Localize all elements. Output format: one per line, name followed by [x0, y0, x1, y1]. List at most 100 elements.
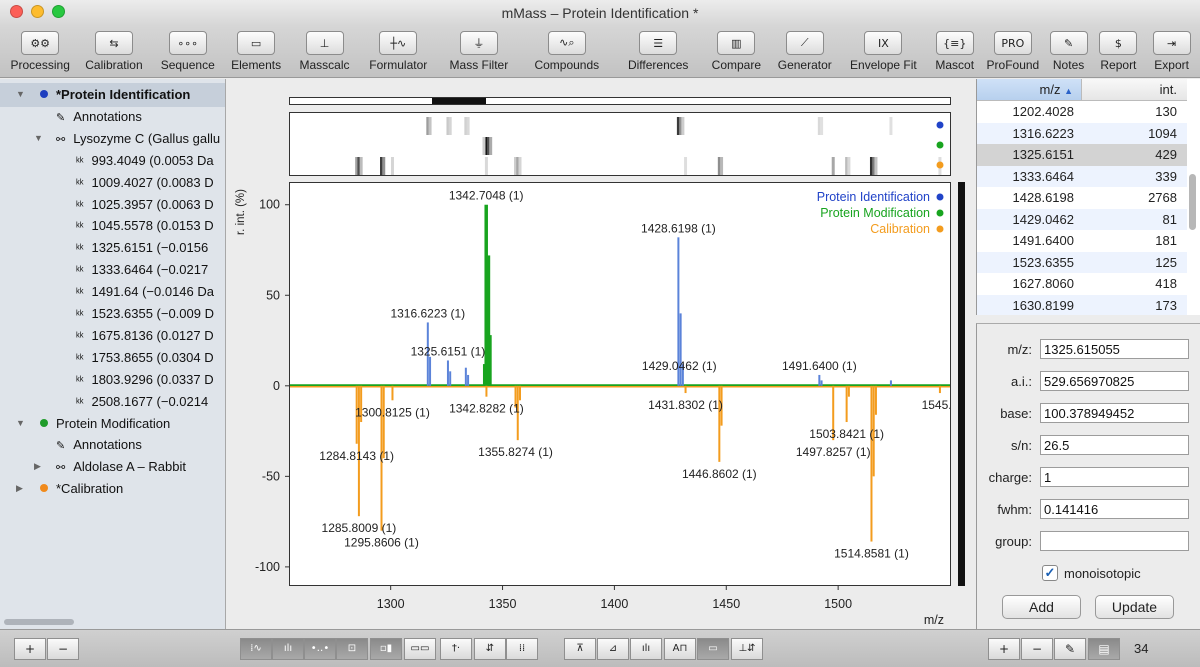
spectrum-tool-button[interactable]: ▭▭: [404, 638, 436, 660]
mz-field[interactable]: [1040, 339, 1189, 359]
expanded-triangle-icon[interactable]: ▼: [16, 89, 25, 99]
sequence-icon: ⚯: [56, 462, 66, 475]
spectrum-tool-button[interactable]: †·: [440, 638, 472, 660]
toolbar-processing-button[interactable]: ⚙⚙ Processing: [6, 26, 74, 77]
minimize-window-button[interactable]: [31, 5, 44, 18]
tree-item-1325-6151-0-0156[interactable]: ᵏᵏ 1325.6151 (−0.0156: [76, 237, 208, 259]
peak-list-row[interactable]: 1202.4028 130: [977, 101, 1187, 123]
toolbar-export-button[interactable]: ⇥ Export: [1143, 26, 1200, 77]
zoom-window-button[interactable]: [52, 5, 65, 18]
spectrum-peak-protein-identification: [429, 356, 432, 386]
toolbar-compare-button[interactable]: ▥ Compare: [703, 26, 770, 77]
spectrum-tool-button[interactable]: ⊡: [336, 638, 368, 660]
peak-list-row[interactable]: 1316.6223 1094: [977, 122, 1187, 144]
toolbar-sequence-button[interactable]: ∘∘∘ Sequence: [154, 26, 222, 77]
document-color-dot-icon: [40, 418, 48, 427]
peak-list-scrollbar[interactable]: [1189, 174, 1196, 230]
group-field[interactable]: [1040, 531, 1189, 551]
peak-list-row[interactable]: 1325.6151 429: [977, 144, 1187, 166]
sn-field[interactable]: [1040, 435, 1189, 455]
tree-item-1491-64-0-0146-da[interactable]: ᵏᵏ 1491.64 (−0.0146 Da: [76, 281, 214, 303]
spectrum-tool-button[interactable]: ılı: [630, 638, 662, 660]
ai-field[interactable]: [1040, 371, 1189, 391]
toolbar-calibration-button[interactable]: ⇆ Calibration: [74, 26, 153, 77]
collapsed-triangle-icon[interactable]: ▶: [16, 483, 23, 494]
peak-list-view-button[interactable]: ▤: [1088, 638, 1120, 660]
peak-label: 1342.7048 (1): [449, 189, 524, 203]
spectrum-tool-button[interactable]: ⊥⇵: [731, 638, 763, 660]
peak-list-row[interactable]: 1491.6400 181: [977, 230, 1187, 252]
peak-list-row[interactable]: 1429.0462 81: [977, 208, 1187, 230]
toolbar-elements-button[interactable]: ▭ Elements: [222, 26, 290, 77]
edit-peak-button[interactable]: ✎: [1054, 638, 1086, 660]
toolbar-differences-button[interactable]: ☰ Differences: [614, 26, 703, 77]
tree-item-1803-9296-0-0337-d[interactable]: ᵏᵏ 1803.9296 (0.0337 D: [76, 369, 214, 391]
tree-item-1045-5578-0-0153-d[interactable]: ᵏᵏ 1045.5578 (0.0153 D: [76, 215, 214, 237]
expanded-triangle-icon[interactable]: ▼: [16, 418, 25, 428]
tree-item-annotations[interactable]: ✎ Annotations: [56, 106, 142, 128]
update-peak-button[interactable]: Update: [1095, 595, 1174, 619]
peak-list-row[interactable]: 1523.6355 125: [977, 251, 1187, 273]
tree-item-2508-1677-0-0214[interactable]: ᵏᵏ 2508.1677 (−0.0214: [76, 391, 208, 413]
expanded-triangle-icon[interactable]: ▼: [34, 133, 43, 143]
peak-list-row[interactable]: 1630.8199 173: [977, 294, 1187, 315]
collapsed-triangle-icon[interactable]: ▶: [34, 461, 41, 472]
overview-range-indicator[interactable]: [432, 98, 486, 104]
tree-item-protein-modification[interactable]: Protein Modification: [40, 413, 170, 435]
spectrum-tool-button[interactable]: ⁞⁞: [506, 638, 538, 660]
strip-band-mark: [390, 157, 394, 175]
spectrum-tool-button[interactable]: A⊓: [664, 638, 696, 660]
add-peak-bottom-button[interactable]: +: [988, 638, 1020, 660]
toolbar-generator-button[interactable]: ⟋ Generator: [770, 26, 839, 77]
peak-list-row[interactable]: 1428.6198 2768: [977, 187, 1187, 209]
toolbar-compounds-button[interactable]: ∿⌕ Compounds: [520, 26, 614, 77]
tree-item-1025-3957-0-0063-d[interactable]: ᵏᵏ 1025.3957 (0.0063 D: [76, 194, 214, 216]
tree-item-protein-identification[interactable]: *Protein Identification: [40, 84, 190, 106]
charge-field[interactable]: [1040, 467, 1189, 487]
close-window-button[interactable]: [10, 5, 23, 18]
spectrum-tool-button[interactable]: ⁞∿: [240, 638, 272, 660]
toolbar-envelope-fit-button[interactable]: IX Envelope Fit: [839, 26, 927, 77]
spectrum-tool-button[interactable]: ▫▮: [370, 638, 402, 660]
monoisotopic-checkbox[interactable]: ✓: [1042, 565, 1058, 581]
sidebar-horizontal-scrollbar[interactable]: [4, 619, 74, 625]
column-header-mz[interactable]: m/z ▲: [977, 79, 1082, 100]
spectrum-tool-button[interactable]: ⇵: [474, 638, 506, 660]
checkmark-icon: ✓: [1044, 565, 1056, 580]
spectrum-tool-button[interactable]: ▭: [697, 638, 729, 660]
spectrum-plot[interactable]: 1342.7048 (1) 1428.6198 (1) 1316.6223 (1) 1…: [289, 182, 959, 586]
add-peak-button[interactable]: Add: [1002, 595, 1081, 619]
tree-item-lysozyme-c-gallus-gallu[interactable]: ⚯ Lysozyme C (Gallus gallu: [56, 128, 220, 150]
add-document-button[interactable]: +: [14, 638, 46, 660]
tree-item-1753-8655-0-0304-d[interactable]: ᵏᵏ 1753.8655 (0.0304 D: [76, 347, 214, 369]
spectrum-peak-calibration: [847, 385, 850, 397]
spectrum-tool-button[interactable]: ılı: [272, 638, 304, 660]
toolbar-masscalc-button[interactable]: ⊥ Masscalc: [290, 26, 358, 77]
tree-item-aldolase-a-rabbit[interactable]: ⚯ Aldolase A – Rabbit: [56, 456, 186, 478]
peak-list-row[interactable]: 1333.6464 339: [977, 165, 1187, 187]
toolbar-mascot-button[interactable]: {≡} Mascot: [927, 26, 982, 77]
remove-document-button[interactable]: −: [47, 638, 79, 660]
peak-list-row[interactable]: 1627.8060 418: [977, 273, 1187, 295]
tree-item-calibration[interactable]: *Calibration: [40, 478, 123, 500]
toolbar-notes-button[interactable]: ✎ Notes: [1044, 26, 1094, 77]
toolbar-formulator-button[interactable]: ┼∿ Formulator: [359, 26, 438, 77]
toolbar-report-button[interactable]: $ Report: [1093, 26, 1143, 77]
toolbar-compounds-label: Compounds: [534, 58, 600, 72]
toolbar-profound-button[interactable]: PRO ProFound: [982, 26, 1044, 77]
spectrum-tool-button[interactable]: ⊼: [564, 638, 596, 660]
tree-item-1523-6355-0-009-d[interactable]: ᵏᵏ 1523.6355 (−0.009 D: [76, 303, 214, 325]
tree-item-annotations[interactable]: ✎ Annotations: [56, 434, 142, 456]
tree-item-1675-8136-0-0127-d[interactable]: ᵏᵏ 1675.8136 (0.0127 D: [76, 325, 214, 347]
tree-item-1333-6464-0-0217[interactable]: ᵏᵏ 1333.6464 (−0.0217: [76, 259, 208, 281]
tree-item-993-4049-0-0053-da[interactable]: ᵏᵏ 993.4049 (0.0053 Da: [76, 150, 214, 172]
spectrum-tool-button[interactable]: •‥•: [304, 638, 336, 660]
tree-item-1009-4027-0-0083-d[interactable]: ᵏᵏ 1009.4027 (0.0083 D: [76, 172, 214, 194]
column-header-int[interactable]: int.: [1082, 79, 1187, 100]
spectrum-overview-bar[interactable]: [289, 97, 951, 105]
spectrum-tool-button[interactable]: ⊿: [597, 638, 629, 660]
remove-peak-bottom-button[interactable]: −: [1021, 638, 1053, 660]
toolbar-mass-filter-button[interactable]: ⏚ Mass Filter: [438, 26, 520, 77]
base-field[interactable]: [1040, 403, 1189, 423]
fwhm-field[interactable]: [1040, 499, 1189, 519]
